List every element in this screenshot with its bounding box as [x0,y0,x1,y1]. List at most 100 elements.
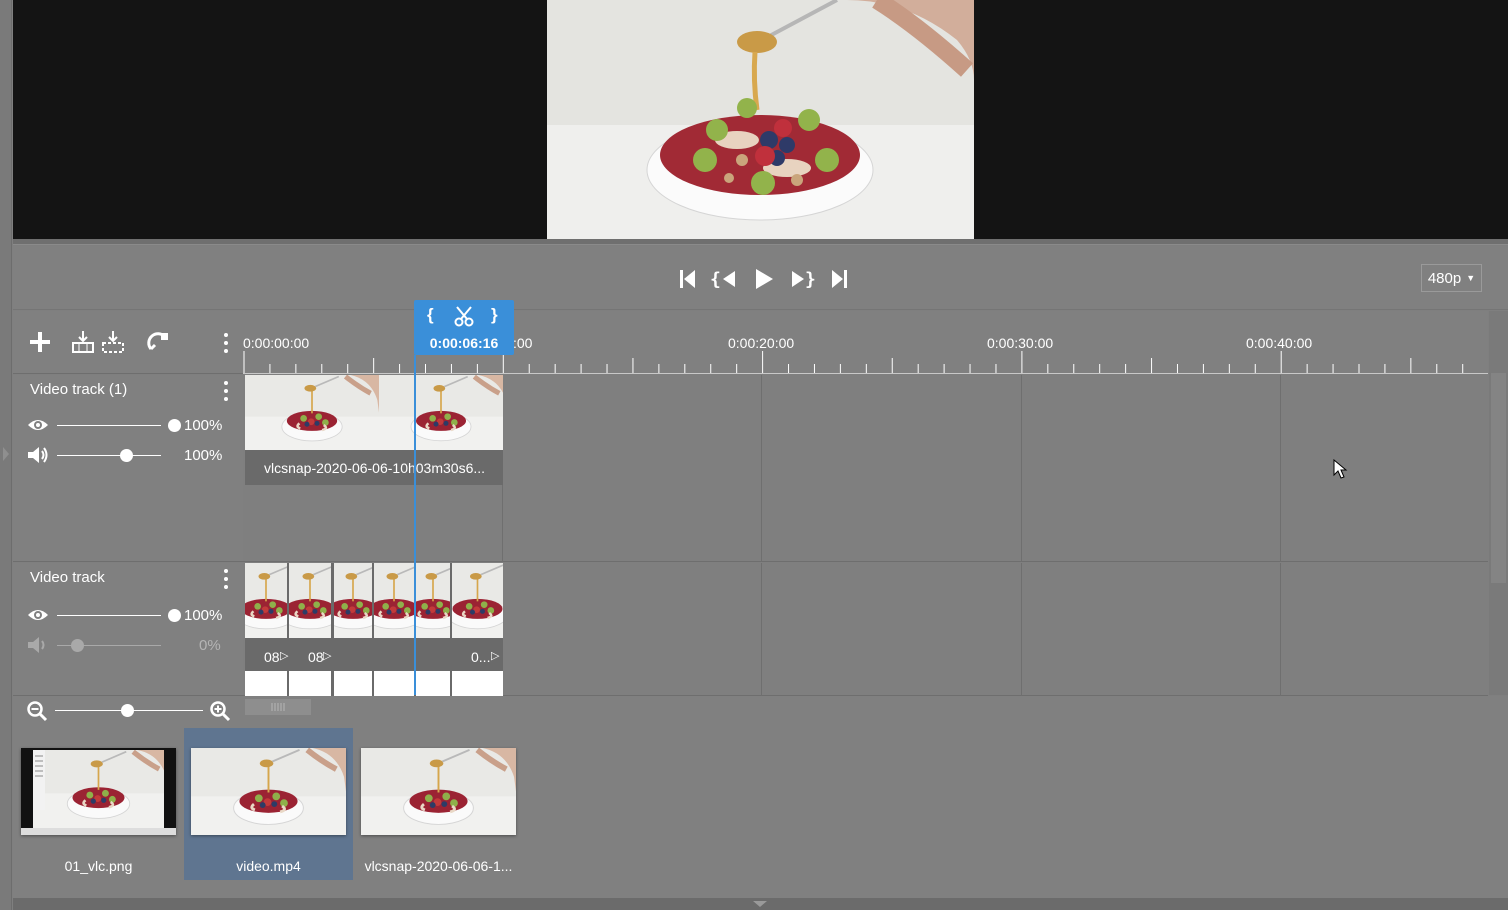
timeline-toolbar [13,311,243,374]
clip-thumbnail [245,563,287,638]
track-menu-button[interactable] [222,569,230,589]
preview-image [547,0,974,239]
zoom-out-icon[interactable] [26,700,48,722]
mouse-cursor-icon [1333,459,1348,479]
next-mark-button[interactable]: } [788,264,818,294]
svg-text:{: { [710,269,721,290]
scrollbar-thumb[interactable] [1491,373,1506,583]
clip-thumbnail [416,563,450,638]
expand-left-icon [3,447,9,461]
play-icon [756,269,773,289]
preview-resize-handle[interactable] [13,239,1508,245]
playhead-time: 0:00:06:16 [429,335,499,351]
next-mark-icon: } [792,269,816,290]
play-button[interactable] [749,264,779,294]
quality-value: 480p [1427,269,1462,287]
playhead-line[interactable] [414,355,416,695]
opacity-slider-knob[interactable] [168,419,181,432]
ruler-label: 0:00:00:00 [243,335,310,351]
speaker-muted-icon[interactable] [27,635,49,655]
media-item-selected[interactable]: video.mp4 [184,728,353,880]
magnet-icon [147,332,168,351]
volume-slider-knob[interactable] [71,639,84,652]
speaker-icon[interactable] [27,445,49,465]
mark-in-button[interactable]: { [427,305,434,325]
transition-icon: ▷ [280,650,289,662]
preview-frame [547,0,974,239]
grid-line [1280,375,1281,562]
grip-icon [271,703,285,711]
opacity-value: 100% [184,607,223,624]
clip-label: 08 [308,649,324,665]
clip-label: vlcsnap-2020-06-06-10h03m30s6... [264,460,486,476]
snap-button[interactable] [145,329,171,355]
grid-line [1021,375,1022,562]
skip-end-icon [832,270,847,288]
left-panel-toggle[interactable] [0,0,12,910]
timeline-clip[interactable]: vlcsnap-2020-06-06-10h03m30s6... [245,375,503,485]
clip-thumbnail [289,563,331,638]
opacity-slider[interactable] [57,425,161,426]
bottom-panel-toggle[interactable] [13,898,1508,910]
quality-select[interactable]: 480p ▼ [1421,264,1482,292]
volume-row: 100% [27,445,227,465]
grid-line [761,375,762,562]
previous-mark-icon: { [710,269,735,290]
media-thumbnail [21,748,176,835]
insert-clip-button[interactable] [70,329,96,355]
media-item[interactable]: 01_vlc.png [14,728,183,880]
opacity-slider-knob[interactable] [168,609,181,622]
previous-mark-button[interactable]: { [709,264,739,294]
ruler-label: 0:00:30:00 [987,335,1054,351]
dropdown-arrow-icon: ▼ [1466,273,1476,283]
track-menu-button[interactable] [222,381,230,401]
clip-audio-strip [452,671,503,696]
grid-line [1280,563,1281,696]
media-item[interactable]: vlcsnap-2020-06-06-1... [354,728,523,880]
media-thumbnail-image [21,748,176,835]
clip-label: 08 [264,649,280,665]
transport-bar: { } 480p ▼ [13,246,1508,310]
plus-icon [30,332,50,352]
track-header: Video track 100% 0% [13,563,243,696]
grid-line [1021,563,1022,696]
zoom-slider-knob[interactable] [121,704,134,717]
ruler-label: 0:00:40:00 [1246,335,1313,351]
clip-audio-strip [245,671,287,696]
clip-audio-strip [289,671,331,696]
grid-line [761,563,762,696]
eye-icon[interactable] [27,605,49,625]
zoom-bar [13,696,1508,728]
overwrite-clip-button[interactable] [100,329,126,355]
volume-slider-knob[interactable] [120,449,133,462]
svg-text:}: } [805,269,816,290]
volume-slider[interactable] [57,455,161,456]
skip-start-icon [680,270,695,288]
scissors-icon[interactable] [453,305,475,327]
opacity-value: 100% [184,417,223,434]
transition-icon: ▷ [491,650,500,662]
track-title: Video track (1) [30,381,128,398]
go-to-end-button[interactable] [825,264,855,294]
track-lane[interactable]: 08 ▷ 08 ▷ 0... ▷ [243,563,1488,696]
zoom-in-icon[interactable] [209,700,231,722]
add-track-button[interactable] [27,329,53,355]
clip-audio-strip [334,671,372,696]
media-thumbnail [191,748,346,835]
transition-icon: ▷ [323,650,332,662]
playhead-marker[interactable]: { } 0:00:06:16 [414,300,514,355]
mark-out-button[interactable]: } [491,305,498,325]
track-lane[interactable]: vlcsnap-2020-06-06-10h03m30s6... [243,375,1488,562]
clip-audio-strip [416,671,450,696]
eye-icon[interactable] [27,415,49,435]
opacity-slider[interactable] [57,615,161,616]
timeline-horizontal-scrollbar[interactable] [245,699,311,715]
clip-thumbnail [245,375,379,450]
clip-thumbnail [452,563,503,638]
timeline-menu-button[interactable] [222,333,230,353]
timeline-clip-group[interactable]: 08 ▷ 08 ▷ 0... ▷ [245,563,503,696]
media-thumbnail-image [191,748,346,835]
timeline-vertical-scrollbar[interactable] [1489,311,1508,695]
go-to-start-button[interactable] [672,264,702,294]
media-name: video.mp4 [236,858,301,874]
